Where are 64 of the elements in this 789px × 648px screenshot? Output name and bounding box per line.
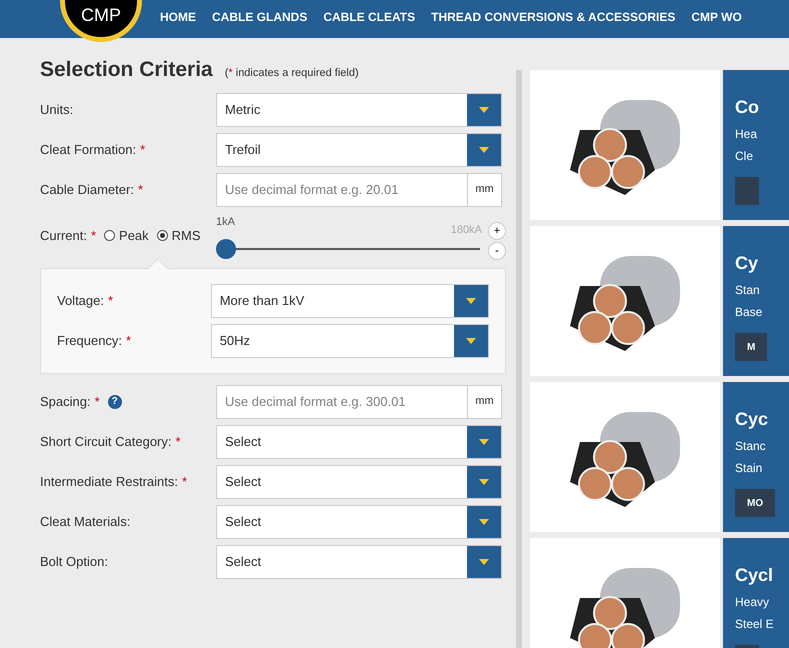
field-label: Frequency: — [57, 332, 122, 350]
product-description: Base — [735, 304, 764, 321]
product-title: Co — [735, 96, 760, 119]
required-note: (* indicates a required field) — [224, 66, 359, 81]
product-title: Cy — [735, 252, 760, 275]
required-mark: * — [126, 332, 132, 350]
field-label: Cleat Materials: — [40, 512, 130, 531]
decrease-button[interactable]: - — [488, 242, 506, 260]
product-description: Stain — [735, 460, 764, 477]
field-label: Intermediate Restraints: — [40, 472, 178, 491]
radio-button[interactable] — [156, 230, 168, 241]
text-field[interactable]: Use decimal format e.g. 20.01 — [216, 172, 468, 206]
dropdown-field[interactable]: Select — [216, 544, 502, 578]
required-mark: * — [90, 226, 96, 244]
product-title: Cycl — [735, 564, 774, 587]
product-title: Cyc — [735, 408, 770, 431]
product-description: Steel E — [735, 616, 775, 633]
nav-link[interactable]: CABLE CLEATS — [323, 8, 416, 26]
dropdown-field[interactable]: Trefoil — [216, 132, 502, 166]
field-label: Units: — [40, 100, 74, 119]
field-label: Cleat Formation: — [40, 140, 136, 159]
product-description: Stanc — [735, 438, 767, 455]
radio-button[interactable] — [104, 230, 116, 241]
nav-link[interactable]: THREAD CONVERSIONS & ACCESSORIES — [431, 8, 676, 26]
dropdown-field[interactable]: Metric — [216, 92, 502, 126]
dropdown-field[interactable]: 50Hz — [210, 324, 489, 358]
required-mark: * — [94, 392, 100, 411]
slider-track[interactable] — [216, 239, 480, 259]
unit-label: mm — [468, 172, 502, 206]
field-label: Voltage: — [57, 292, 104, 310]
nav-link[interactable]: HOME — [160, 8, 196, 26]
required-mark: * — [108, 292, 114, 310]
dropdown-field[interactable]: More than 1kV — [210, 284, 489, 318]
help-icon[interactable]: ? — [108, 394, 122, 408]
unit-label: mm — [468, 384, 502, 418]
field-label: Current: — [40, 226, 87, 244]
dropdown-field[interactable]: Select — [216, 504, 502, 538]
required-mark: * — [176, 432, 181, 451]
product-description: Cle — [735, 148, 754, 165]
nav-link[interactable]: CABLE GLANDS — [212, 8, 308, 26]
required-mark: * — [182, 472, 188, 491]
field-label: Spacing: — [40, 392, 91, 411]
field-label: Cable Diameter: — [40, 180, 134, 199]
dropdown-field[interactable]: Select — [216, 424, 502, 458]
field-label: Bolt Option: — [40, 552, 108, 571]
slider-max-label: 180kA — [450, 222, 482, 238]
product-description: Heavy — [735, 594, 770, 611]
nav-link[interactable]: CMP WO — [691, 8, 742, 26]
slider-min-label: 1kA — [216, 214, 235, 230]
radio-option[interactable]: RMS — [156, 226, 201, 245]
page-title: Selection Criteria — [40, 57, 213, 83]
more-button[interactable]: M — [735, 333, 768, 361]
dropdown-field[interactable]: Select — [216, 464, 502, 498]
field-label: Short Circuit Category: — [40, 432, 172, 451]
required-mark: * — [140, 140, 146, 159]
radio-option[interactable]: Peak — [104, 226, 149, 245]
product-description: Stan — [735, 282, 761, 299]
text-field[interactable]: Use decimal format e.g. 300.01 — [216, 384, 468, 418]
slider-thumb[interactable] — [216, 239, 236, 259]
more-button[interactable]: MO — [735, 489, 776, 517]
product-description: Hea — [735, 126, 758, 143]
logo[interactable]: CMP — [60, 0, 142, 42]
required-mark: * — [138, 180, 143, 199]
increase-button[interactable]: + — [488, 222, 506, 240]
